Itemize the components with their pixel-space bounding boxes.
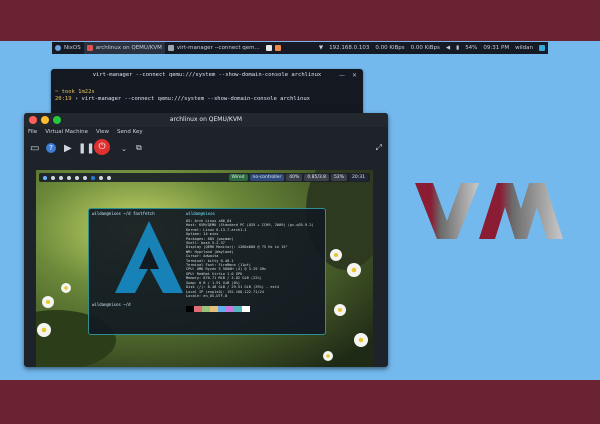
terminal-title: virt-manager --connect qemu:///system --… <box>92 72 322 78</box>
fastfetch-user: wildan@nixos <box>186 211 215 216</box>
battery-icon: ▮ <box>456 45 460 51</box>
guest-clock: 20:31 <box>349 174 368 181</box>
workspace-dot[interactable] <box>51 175 55 180</box>
task-vm-window[interactable]: archlinux on QEMU/KVM <box>83 42 165 54</box>
vm-titlebar[interactable]: archlinux on QEMU/KVM <box>24 113 388 127</box>
controller-pill: no-controller <box>249 174 285 181</box>
tray-icon[interactable] <box>539 45 545 51</box>
snapshot-icon[interactable]: ⧉ <box>136 143 142 153</box>
arch-logo-icon <box>115 221 183 293</box>
menu-send-key[interactable]: Send Key <box>117 129 143 135</box>
menu-virtual-machine[interactable]: Virtual Machine <box>45 129 88 135</box>
vm-logo <box>415 183 563 239</box>
workspace-dot[interactable] <box>99 175 103 180</box>
workspace-button[interactable]: NixOS <box>52 42 84 54</box>
vm-toolbar: ▭ ? ▶ ❚❚ ⏻ ⌄ ⧉ ⤢ <box>24 137 388 161</box>
workspace-dot-active[interactable] <box>91 175 95 180</box>
pause-icon[interactable]: ❚❚ <box>78 143 95 154</box>
bottom-band <box>0 380 600 424</box>
battery-level: 54% <box>465 45 478 51</box>
terminal-line: 20:19 › virt-manager --connect qemu:///s… <box>55 96 363 103</box>
fastfetch-command: wildan@nixos ~/d fastfetch <box>92 211 155 216</box>
power-icon[interactable]: ⏻ <box>94 139 110 155</box>
workspace-dot[interactable] <box>59 175 63 180</box>
play-icon[interactable]: ▶ <box>64 143 72 154</box>
username: wildan <box>515 45 533 51</box>
console-icon[interactable]: ▭ <box>30 143 39 154</box>
virt-manager-icon <box>86 45 93 51</box>
vm-title: archlinux on QEMU/KVM <box>169 116 243 123</box>
arch-icon[interactable] <box>43 175 47 180</box>
volume-pill: 40% <box>286 174 303 181</box>
net-down: 0.00 KiBps <box>375 45 405 51</box>
close-icon[interactable]: ✕ <box>352 72 357 79</box>
color-palette <box>186 306 250 312</box>
clock: 09:31 PM <box>483 45 510 51</box>
menu-file[interactable]: File <box>28 129 37 135</box>
workspace-dot[interactable] <box>67 175 71 180</box>
app-icon[interactable] <box>265 45 272 51</box>
top-band <box>0 0 600 41</box>
minimize-icon[interactable]: — <box>339 72 345 79</box>
guest-status-bar: Wired no-controller 40% 0.85/3.8 52% 20:… <box>39 173 370 182</box>
net-up: 0.00 KiBps <box>410 45 440 51</box>
fastfetch-info: OS: Arch Linux x86_64 Host: KVM/QEMU (Sta… <box>186 219 314 298</box>
ip-address: 192.168.0.103 <box>329 45 370 51</box>
terminal-command: › virt-manager --connect qemu:///system … <box>74 96 310 102</box>
shell-prompt: wildan@nixos ~/d <box>92 302 131 307</box>
workspace-dot[interactable] <box>75 175 79 180</box>
nixos-icon <box>55 45 61 51</box>
tray-apps <box>263 42 287 54</box>
workspace-dot[interactable] <box>83 175 87 180</box>
task-terminal[interactable]: virt-manager --connect qem... <box>165 42 263 54</box>
vm-menubar: File Virtual Machine View Send Key <box>24 127 388 137</box>
workspace-dot[interactable] <box>107 175 111 180</box>
app-icon[interactable] <box>274 45 281 51</box>
fastfetch-info-line: Locale: en_US.UTF-8 <box>186 293 228 298</box>
terminal-time: 20:19 <box>55 96 72 102</box>
terminal-line: ~ took 1m22s <box>55 89 95 95</box>
volume-icon[interactable]: ◀ <box>446 45 450 51</box>
menu-view[interactable]: View <box>96 129 109 135</box>
terminal-icon <box>167 45 174 51</box>
details-icon[interactable]: ? <box>46 143 56 153</box>
memory-pill: 0.85/3.8 <box>304 174 330 181</box>
taskbar: NixOS archlinux on QEMU/KVM virt-manager… <box>52 42 548 54</box>
chevron-down-icon[interactable]: ⌄ <box>121 145 127 153</box>
cpu-pill: 52% <box>331 174 348 181</box>
fullscreen-icon[interactable]: ⤢ <box>376 143 382 153</box>
network-pill: Wired <box>228 174 248 181</box>
wifi-icon[interactable]: ▼ <box>319 45 323 51</box>
